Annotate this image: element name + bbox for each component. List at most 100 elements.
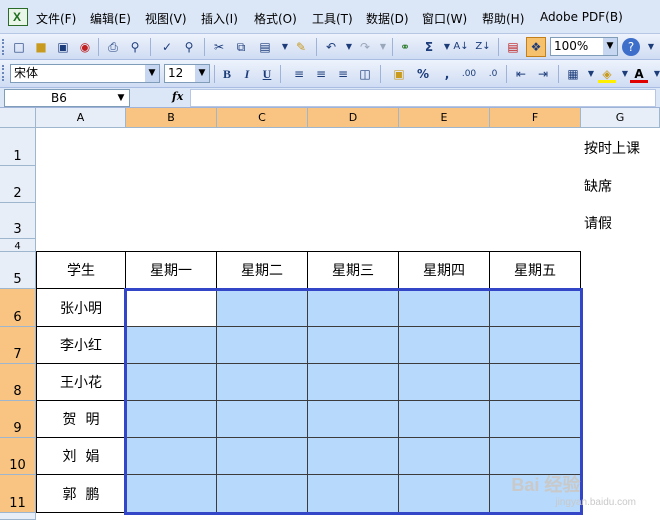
merge-center-icon[interactable]: ◫ xyxy=(356,65,374,83)
open-folder-icon[interactable]: ■ xyxy=(32,38,50,56)
hyperlink-icon[interactable]: ⚭ xyxy=(396,38,414,56)
font-size-dropdown[interactable]: 12 ▼ xyxy=(164,64,210,83)
row-header-7[interactable]: 7 xyxy=(0,327,36,364)
toolbar-options-icon[interactable]: ▼ xyxy=(642,38,660,56)
attendance-cell[interactable] xyxy=(308,475,399,513)
attendance-cell[interactable] xyxy=(217,475,308,513)
redo-dropdown-icon[interactable]: ▼ xyxy=(374,38,392,56)
student-name-cell[interactable]: 张小明 xyxy=(36,289,126,327)
attendance-cell[interactable] xyxy=(399,289,490,327)
student-name-cell[interactable]: 刘 娟 xyxy=(36,438,126,475)
menu-adobe-pdf[interactable]: Adobe PDF(B) xyxy=(540,10,623,24)
print-preview-icon[interactable]: ⚲ xyxy=(126,38,144,56)
cut-icon[interactable]: ✂ xyxy=(210,38,228,56)
menu-window[interactable]: 窗口(W) xyxy=(422,10,467,27)
font-color-dropdown-icon[interactable]: ▼ xyxy=(648,65,660,83)
font-color-icon[interactable]: A xyxy=(630,65,648,83)
row-header-10[interactable]: 10 xyxy=(0,438,36,475)
attendance-cell[interactable] xyxy=(399,475,490,513)
attendance-cell[interactable] xyxy=(217,401,308,438)
menu-insert[interactable]: 插入(I) xyxy=(201,10,238,27)
spelling-icon[interactable]: ✓ xyxy=(158,38,176,56)
increase-indent-icon[interactable]: ⇥ xyxy=(534,65,552,83)
percent-style-button[interactable]: % xyxy=(414,65,432,83)
attendance-cell[interactable] xyxy=(490,438,581,475)
redo-icon[interactable]: ↷ xyxy=(356,38,374,56)
row-header-4[interactable]: 4 xyxy=(0,239,36,252)
row-header-12[interactable] xyxy=(0,513,36,520)
paste-icon[interactable]: ▤ xyxy=(256,38,274,56)
attendance-cell[interactable] xyxy=(399,327,490,364)
print-icon[interactable]: ⎙ xyxy=(104,38,122,56)
decrease-decimal-icon[interactable]: .0 xyxy=(484,65,502,83)
menu-edit[interactable]: 编辑(E) xyxy=(90,10,131,27)
chevron-down-icon[interactable]: ▼ xyxy=(195,65,209,82)
format-painter-icon[interactable]: ✎ xyxy=(292,38,310,56)
autosum-icon[interactable]: Σ xyxy=(420,38,438,56)
column-header-g[interactable]: G xyxy=(581,108,660,128)
attendance-cell[interactable] xyxy=(126,401,217,438)
student-name-cell[interactable]: 李小红 xyxy=(36,327,126,364)
align-center-icon[interactable]: ≡ xyxy=(312,65,330,83)
row-header-8[interactable]: 8 xyxy=(0,364,36,401)
attendance-cell[interactable] xyxy=(399,438,490,475)
active-cell[interactable] xyxy=(126,289,217,327)
research-icon[interactable]: ⚲ xyxy=(180,38,198,56)
attendance-cell[interactable] xyxy=(217,364,308,401)
currency-icon[interactable]: ▣ xyxy=(390,65,408,83)
fill-color-icon[interactable]: ◈ xyxy=(598,65,616,83)
font-name-dropdown[interactable]: 宋体 ▼ xyxy=(10,64,160,83)
underline-button[interactable]: U xyxy=(258,65,276,83)
header-cell-day[interactable]: 星期一 xyxy=(126,252,217,289)
borders-icon[interactable]: ▦ xyxy=(564,65,582,83)
row-header-2[interactable]: 2 xyxy=(0,166,36,203)
attendance-cell[interactable] xyxy=(308,289,399,327)
menu-data[interactable]: 数据(D) xyxy=(366,10,409,27)
undo-icon[interactable]: ↶ xyxy=(322,38,340,56)
header-cell-day[interactable]: 星期二 xyxy=(217,252,308,289)
decrease-indent-icon[interactable]: ⇤ xyxy=(512,65,530,83)
chevron-down-icon[interactable]: ▼ xyxy=(145,65,159,82)
row-header-1[interactable]: 1 xyxy=(0,128,36,166)
excel-app-icon[interactable] xyxy=(8,8,28,26)
column-header-e[interactable]: E xyxy=(399,108,490,128)
sort-ascending-icon[interactable]: A↓ xyxy=(452,38,470,56)
student-name-cell[interactable]: 贺 明 xyxy=(36,401,126,438)
attendance-cell[interactable] xyxy=(308,364,399,401)
column-header-d[interactable]: D xyxy=(308,108,399,128)
sort-descending-icon[interactable]: Z↓ xyxy=(474,38,492,56)
row-header-11[interactable]: 11 xyxy=(0,475,36,513)
formula-input[interactable] xyxy=(190,89,656,107)
attendance-cell[interactable] xyxy=(399,401,490,438)
header-cell-day[interactable]: 星期五 xyxy=(490,252,581,289)
attendance-cell[interactable] xyxy=(490,364,581,401)
align-right-icon[interactable]: ≡ xyxy=(334,65,352,83)
new-document-icon[interactable]: □ xyxy=(10,38,28,56)
attendance-cell[interactable] xyxy=(126,438,217,475)
row-header-3[interactable]: 3 xyxy=(0,203,36,239)
attendance-cell[interactable] xyxy=(490,289,581,327)
row-header-6[interactable]: 6 xyxy=(0,289,36,327)
attendance-cell[interactable] xyxy=(126,327,217,364)
insert-function-icon[interactable]: fx xyxy=(172,90,183,103)
italic-button[interactable]: I xyxy=(238,65,256,83)
attendance-cell[interactable] xyxy=(399,364,490,401)
increase-decimal-icon[interactable]: .00 xyxy=(460,65,478,83)
help-icon[interactable]: ? xyxy=(622,38,640,56)
header-cell-day[interactable]: 星期四 xyxy=(399,252,490,289)
chevron-down-icon[interactable]: ▼ xyxy=(603,38,617,55)
attendance-cell[interactable] xyxy=(308,401,399,438)
menu-view[interactable]: 视图(V) xyxy=(145,10,187,27)
attendance-cell[interactable] xyxy=(490,327,581,364)
student-name-cell[interactable]: 王小花 xyxy=(36,364,126,401)
permission-icon[interactable]: ◉ xyxy=(76,38,94,56)
attendance-cell[interactable] xyxy=(217,289,308,327)
name-box[interactable]: B6 ▼ xyxy=(4,89,130,107)
drawing-icon[interactable]: ❖ xyxy=(526,37,546,57)
menu-tools[interactable]: 工具(T) xyxy=(312,10,353,27)
chart-wizard-icon[interactable]: ▤ xyxy=(504,38,522,56)
student-name-cell[interactable]: 郭 鹏 xyxy=(36,475,126,513)
attendance-cell[interactable] xyxy=(126,475,217,513)
attendance-cell[interactable] xyxy=(308,438,399,475)
header-cell-day[interactable]: 星期三 xyxy=(308,252,399,289)
